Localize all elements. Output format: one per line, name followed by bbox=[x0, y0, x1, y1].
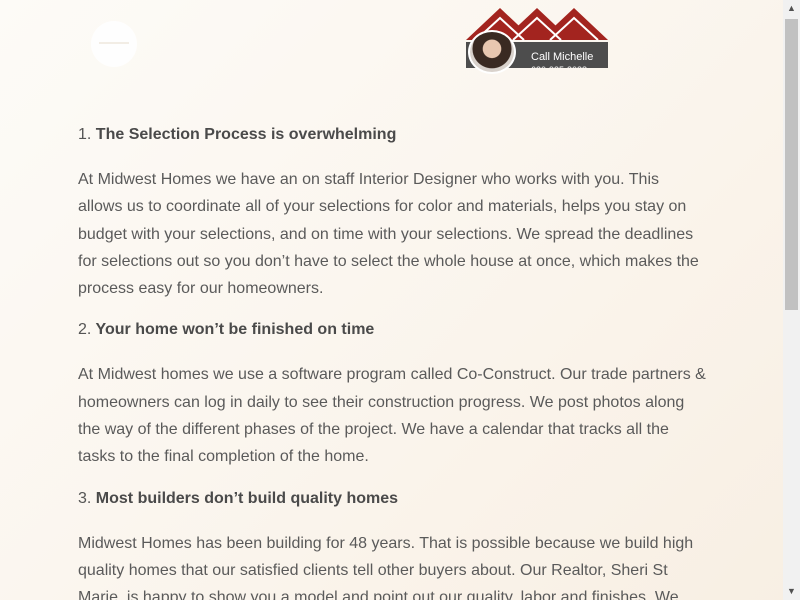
logo-icon bbox=[99, 42, 129, 56]
vertical-scrollbar[interactable]: ▲ ▼ bbox=[783, 0, 800, 600]
section-heading-1: 1. The Selection Process is overwhelming bbox=[78, 122, 706, 148]
section-title: The Selection Process is overwhelming bbox=[95, 126, 397, 143]
scrollbar-thumb[interactable] bbox=[785, 19, 798, 310]
call-number[interactable]: 630-935-3038 bbox=[531, 65, 587, 68]
section-title: Most builders don’t build quality homes bbox=[95, 489, 399, 507]
section-number: 3. bbox=[78, 489, 92, 507]
section-body-3: Midwest Homes has been building for 48 y… bbox=[78, 534, 694, 600]
site-logo[interactable] bbox=[91, 21, 137, 67]
agent-photo bbox=[468, 30, 516, 74]
main-content: 1. The Selection Process is overwhelming… bbox=[78, 122, 706, 600]
section-heading-3: 3. Most builders don’t build quality hom… bbox=[78, 486, 706, 512]
section-heading-2: 2. Your home won’t be finished on time bbox=[78, 317, 706, 343]
section-body-2: At Midwest homes we use a software progr… bbox=[78, 366, 706, 466]
section-title: Your home won’t be finished on time bbox=[95, 321, 375, 339]
call-label[interactable]: Call Michelle bbox=[531, 51, 593, 63]
call-michelle-badge[interactable]: Call Michelle 630-935-3038 bbox=[466, 6, 608, 74]
scroll-down-icon[interactable]: ▼ bbox=[783, 583, 800, 600]
section-body-1: At Midwest Homes we have an on staff Int… bbox=[78, 171, 699, 298]
page-viewport: Call Michelle 630-935-3038 1. The Select… bbox=[0, 0, 783, 600]
section-number: 1. bbox=[78, 126, 92, 143]
section-number: 2. bbox=[78, 321, 92, 339]
scroll-up-icon[interactable]: ▲ bbox=[783, 0, 800, 17]
